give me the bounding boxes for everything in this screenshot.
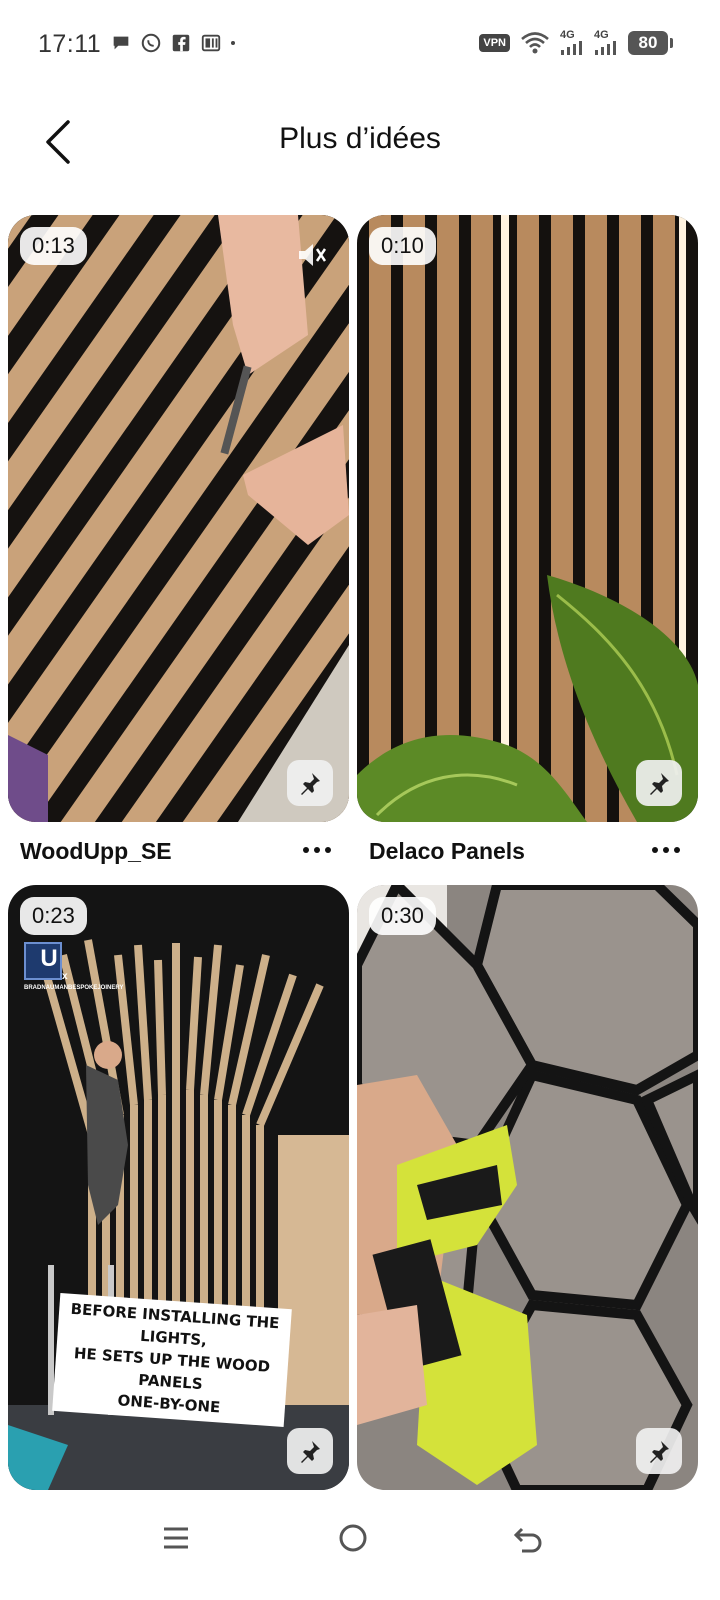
system-navigation-bar: [0, 1490, 720, 1600]
pin-card-4[interactable]: 0:30: [357, 885, 698, 1490]
home-button[interactable]: [323, 1508, 383, 1568]
pin-card-1[interactable]: 0:13: [8, 215, 349, 822]
recents-button[interactable]: [146, 1508, 206, 1568]
message-icon: [113, 36, 129, 50]
dot: [325, 847, 331, 853]
wifi-icon: [521, 31, 549, 53]
pushpin-icon: [301, 773, 320, 795]
duration-badge: 0:23: [20, 897, 87, 935]
pin-thumbnail-4: [357, 885, 698, 1490]
signal-1-label: 4G: [560, 29, 575, 41]
signal-icon: [561, 41, 582, 55]
duration-badge: 0:13: [20, 227, 87, 265]
signal-icon: [595, 41, 616, 55]
vpn-badge: VPN: [479, 33, 510, 52]
dot: [303, 847, 309, 853]
pin-card-2[interactable]: 0:10: [357, 215, 698, 822]
notification-icons: [110, 32, 242, 54]
signal-1: 4G: [560, 30, 584, 55]
pin-button[interactable]: [287, 1428, 333, 1474]
dot-icon: [231, 41, 235, 45]
brand-caption: BRADNAUMANBESPOKEJOINERY: [24, 985, 124, 991]
pin-author[interactable]: Delaco Panels: [369, 838, 525, 865]
status-right: VPN 4G 4G 80: [479, 30, 673, 55]
home-circle-icon: [339, 1524, 367, 1552]
more-options-button[interactable]: [646, 832, 686, 868]
dot: [314, 847, 320, 853]
signal-2-label: 4G: [594, 29, 609, 41]
pin-button[interactable]: [636, 1428, 682, 1474]
status-bar: 17:11 VPN 4G 4G 80: [0, 0, 720, 90]
dot: [674, 847, 680, 853]
signal-2: 4G: [594, 30, 618, 55]
pin-button[interactable]: [287, 760, 333, 806]
page-title: Plus d’idées: [279, 122, 441, 155]
back-nav-button[interactable]: [498, 1508, 558, 1568]
pushpin-icon: [650, 1441, 669, 1463]
pin-thumbnail-2: [357, 215, 698, 822]
dot: [652, 847, 658, 853]
pin-meta-2: Delaco Panels: [357, 832, 698, 872]
pin-button[interactable]: [636, 760, 682, 806]
pin-author[interactable]: WoodUpp_SE: [20, 838, 172, 865]
pushpin-icon: [301, 1441, 320, 1463]
video-caption: BEFORE INSTALLING THE LIGHTS, HE SETS UP…: [52, 1293, 292, 1427]
pushpin-icon: [650, 773, 669, 795]
duration-badge: 0:10: [369, 227, 436, 265]
brand-x: x: [62, 971, 68, 982]
battery-indicator: 80: [628, 30, 673, 55]
return-icon: [513, 1527, 542, 1553]
pin-card-3[interactable]: U x BRADNAUMANBESPOKEJOINERY BEFORE INST…: [8, 885, 349, 1490]
facebook-icon: [172, 34, 190, 52]
status-time: 17:11: [38, 30, 102, 58]
dot: [663, 847, 669, 853]
pin-meta-1: WoodUpp_SE: [8, 832, 349, 872]
duration-badge: 0:30: [369, 897, 436, 935]
pin-thumbnail-1: [8, 215, 349, 822]
menu-icon: [164, 1527, 188, 1549]
app-icon: [201, 34, 221, 52]
brand-logo: U: [40, 945, 58, 972]
mute-icon[interactable]: [295, 239, 327, 271]
more-options-button[interactable]: [297, 832, 337, 868]
whatsapp-icon: [141, 33, 161, 53]
header: Plus d’idées: [0, 100, 720, 184]
